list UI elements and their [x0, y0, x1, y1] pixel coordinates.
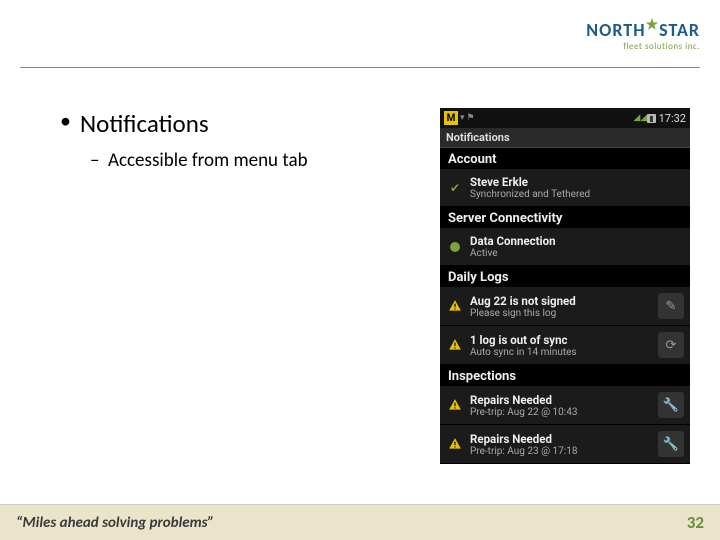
- log-title: 1 log is out of sync: [470, 333, 654, 347]
- status-icon: ⚑: [467, 113, 475, 123]
- log-sub: Please sign this log: [470, 308, 654, 319]
- bullet-level-2: – Accessible from menu tab: [90, 149, 420, 173]
- star-icon: ★: [646, 16, 660, 33]
- inspection-row[interactable]: Repairs Needed Pre-trip: Aug 22 @ 10:43 …: [440, 386, 690, 425]
- inspection-title: Repairs Needed: [470, 393, 654, 407]
- wifi-icon: ◢: [633, 113, 640, 123]
- wrench-icon[interactable]: 🔧: [658, 431, 684, 457]
- account-row[interactable]: ✔ Steve Erkle Synchronized and Tethered: [440, 169, 690, 207]
- section-inspections: Inspections: [440, 365, 690, 386]
- logo-text-1: NORTH: [586, 19, 645, 41]
- bullet-1-text: Notifications: [80, 108, 209, 139]
- warning-icon: [446, 336, 464, 354]
- warning-icon: [446, 435, 464, 453]
- status-time: 17:32: [659, 112, 686, 125]
- page-number: 32: [687, 512, 704, 533]
- bullet-level-1: • Notifications: [60, 108, 420, 139]
- inspection-sub: Pre-trip: Aug 23 @ 17:18: [470, 446, 654, 457]
- footer-tagline: “Miles ahead solving problems”: [16, 514, 214, 532]
- connection-status: Active: [470, 248, 684, 259]
- account-status: Synchronized and Tethered: [470, 189, 684, 200]
- inspection-row[interactable]: Repairs Needed Pre-trip: Aug 23 @ 17:18 …: [440, 425, 690, 464]
- logo-subtitle: fleet solutions inc.: [586, 41, 700, 52]
- log-row[interactable]: Aug 22 is not signed Please sign this lo…: [440, 287, 690, 326]
- section-account: Account: [440, 148, 690, 169]
- northstar-logo: NORTH★STAR fleet solutions inc.: [586, 16, 700, 52]
- account-name: Steve Erkle: [470, 175, 684, 189]
- connection-title: Data Connection: [470, 234, 684, 248]
- slide-header: NORTH★STAR fleet solutions inc.: [20, 0, 700, 68]
- log-sub: Auto sync in 14 minutes: [470, 347, 654, 358]
- wrench-icon[interactable]: 🔧: [658, 392, 684, 418]
- log-row[interactable]: 1 log is out of sync Auto sync in 14 min…: [440, 326, 690, 365]
- status-bar: M ▾ ⚑ ◢ ◢ ▮ 17:32: [440, 108, 690, 128]
- section-server: Server Connectivity: [440, 207, 690, 228]
- server-row[interactable]: Data Connection Active: [440, 228, 690, 266]
- logo-text-2: STAR: [659, 19, 700, 41]
- app-badge-icon: M: [444, 111, 458, 125]
- screen-title: Notifications: [440, 128, 690, 148]
- status-dot-icon: [446, 238, 464, 256]
- inspection-sub: Pre-trip: Aug 22 @ 10:43: [470, 407, 654, 418]
- warning-icon: [446, 297, 464, 315]
- slide-content: • Notifications – Accessible from menu t…: [0, 68, 720, 464]
- slide-footer: “Miles ahead solving problems” 32: [0, 504, 720, 540]
- bullet-2-text: Accessible from menu tab: [108, 149, 308, 173]
- phone-screenshot: M ▾ ⚑ ◢ ◢ ▮ 17:32 Notifications Account …: [440, 108, 690, 464]
- edit-icon[interactable]: ✎: [658, 293, 684, 319]
- inspection-title: Repairs Needed: [470, 432, 654, 446]
- text-column: • Notifications – Accessible from menu t…: [60, 108, 440, 464]
- signal-icon: ◢: [640, 113, 647, 123]
- bullet-dash-icon: –: [90, 149, 108, 173]
- battery-icon: ▮: [647, 114, 655, 123]
- status-icon: ▾: [460, 113, 465, 123]
- warning-icon: [446, 396, 464, 414]
- bullet-dot-icon: •: [60, 108, 80, 139]
- log-title: Aug 22 is not signed: [470, 294, 654, 308]
- sync-icon[interactable]: ⟳: [658, 332, 684, 358]
- section-logs: Daily Logs: [440, 266, 690, 287]
- check-icon: ✔: [446, 179, 464, 197]
